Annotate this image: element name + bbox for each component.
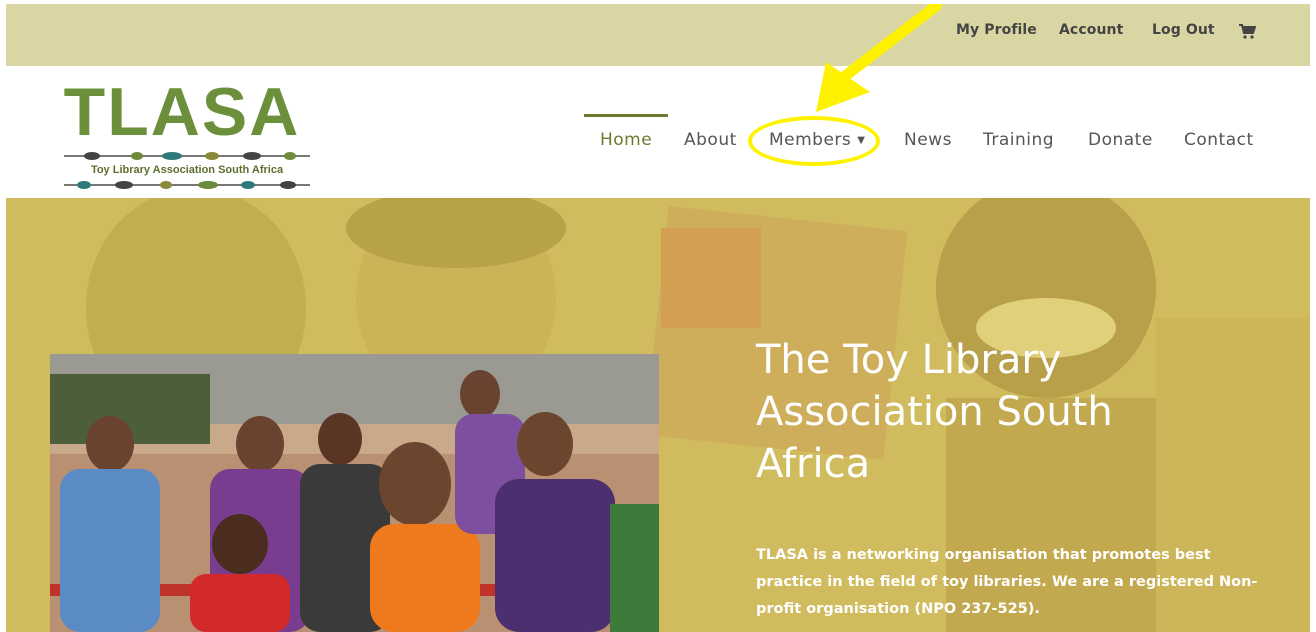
nav-contact[interactable]: Contact: [1184, 130, 1254, 150]
nav-active-indicator: [584, 114, 668, 117]
cart-icon[interactable]: [1238, 22, 1256, 40]
site-header: TLASA Toy Library Association South Afri…: [6, 66, 1310, 198]
log-out-link[interactable]: Log Out: [1152, 22, 1215, 38]
top-utility-bar: My Profile Account Log Out: [6, 4, 1310, 66]
hero-section: The Toy Library Association South Africa…: [6, 198, 1310, 632]
logo-subtitle: Toy Library Association South Africa: [90, 164, 284, 176]
browser-viewport: My Profile Account Log Out TLASA Toy Lib…: [6, 4, 1310, 632]
nav-home[interactable]: Home: [600, 130, 652, 150]
nav-training[interactable]: Training: [983, 130, 1054, 150]
hero-description: TLASA is a networking organisation that …: [756, 547, 1258, 617]
annotation-arrow-icon: [816, 4, 942, 112]
nav-donate[interactable]: Donate: [1088, 130, 1153, 150]
nav-about[interactable]: About: [684, 130, 737, 150]
nav-news[interactable]: News: [904, 130, 952, 150]
children-photo: [50, 354, 659, 632]
hero-title: The Toy Library Association South Africa: [756, 337, 1113, 487]
logo-title: TLASA: [63, 74, 301, 150]
bead-string-icon: [64, 181, 310, 189]
highlight-oval: [748, 116, 880, 166]
bead-string-icon: [64, 152, 310, 160]
my-profile-link[interactable]: My Profile: [956, 22, 1037, 38]
account-link[interactable]: Account: [1059, 22, 1123, 38]
tlasa-logo[interactable]: TLASA Toy Library Association South Afri…: [62, 78, 312, 190]
